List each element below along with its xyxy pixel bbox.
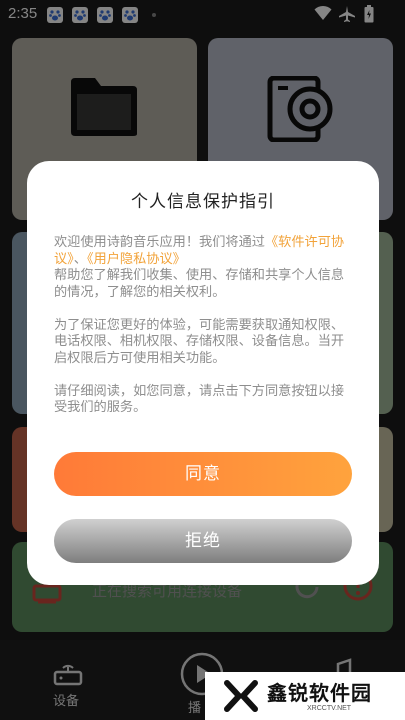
privacy-dialog: 个人信息保护指引 欢迎使用诗韵音乐应用！我们将通过《软件许可协议》、《用户隐私协…	[27, 161, 379, 585]
intro-suffix: 帮助您了解我们收集、使用、存储和共享个人信息的情况，了解您的相关权利。	[54, 268, 345, 300]
dialog-paragraph-intro: 欢迎使用诗韵音乐应用！我们将通过《软件许可协议》、《用户隐私协议》 帮助您了解我们…	[54, 235, 354, 301]
dialog-paragraph-consent: 请仔细阅读，如您同意，请点击下方同意按钮以接受我们的服务。	[54, 383, 345, 416]
watermark-url: XRCCTV.NET	[307, 705, 352, 712]
link-separator: 、	[73, 251, 87, 267]
privacy-agreement-link[interactable]: 《用户隐私协议》	[87, 252, 186, 267]
watermark-logo-icon	[224, 680, 258, 712]
watermark: 鑫锐软件园 XRCCTV.NET	[205, 672, 405, 720]
dialog-title: 个人信息保护指引	[131, 192, 275, 212]
dialog-body: 欢迎使用诗韵音乐应用！我们将通过《软件许可协议》、《用户隐私协议》 帮助您了解我们…	[54, 235, 354, 433]
watermark-name: 鑫锐软件园	[267, 681, 372, 705]
reject-button[interactable]: 拒绝	[54, 519, 352, 563]
dialog-paragraph-permissions: 为了保证您更好的体验，可能需要获取通知权限、电话权限、相机权限、存储权限、设备信…	[54, 317, 345, 366]
intro-prefix: 欢迎使用诗韵音乐应用！我们将通过	[54, 235, 265, 250]
agree-button[interactable]: 同意	[54, 452, 352, 496]
